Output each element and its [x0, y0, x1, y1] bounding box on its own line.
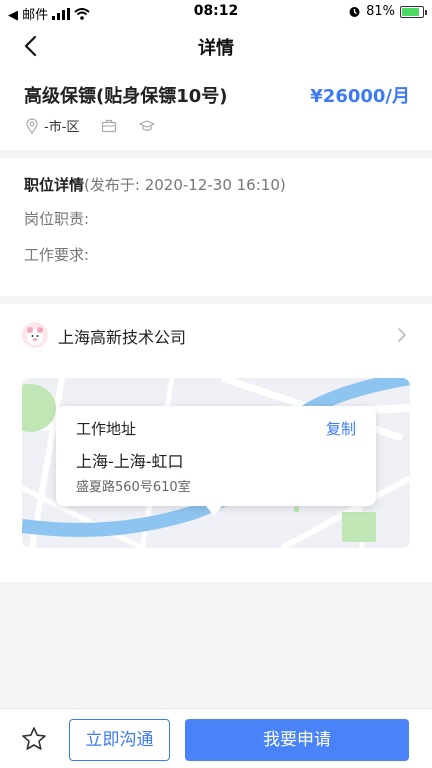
location-map[interactable]: 工作地址 复制 上海-上海-虹口 盛夏路560号610室	[22, 378, 410, 548]
job-salary: ¥26000/月	[310, 86, 410, 107]
job-summary-card: 高级保镖(贴身保镖10号) ¥26000/月 -市-区	[0, 68, 432, 150]
address-label: 工作地址	[76, 420, 137, 438]
job-details-card: 职位详情(发布于: 2020-12-30 16:10) 岗位职责: 工作要求:	[0, 158, 432, 296]
job-title: 高级保镖(贴身保镖10号)	[24, 86, 228, 107]
duties-label: 岗位职责:	[24, 210, 90, 228]
status-bar: ◀ 邮件 08:12 81%	[0, 0, 432, 24]
star-icon[interactable]	[20, 725, 48, 753]
address-city: 上海-上海-虹口	[76, 452, 184, 471]
briefcase-icon	[102, 119, 117, 132]
alarm-icon	[349, 7, 360, 17]
nav-bar: 详情	[0, 24, 432, 68]
battery-percent: 81%	[366, 4, 395, 19]
location-pin-icon	[26, 117, 38, 134]
job-meta: -市-区	[24, 116, 155, 135]
details-heading: 职位详情(发布于: 2020-12-30 16:10)	[24, 174, 286, 195]
apply-button[interactable]: 我要申请	[185, 719, 409, 761]
chat-now-button[interactable]: 立即沟通	[69, 719, 170, 761]
job-location: -市-区	[44, 120, 80, 135]
page-title: 详情	[198, 38, 234, 59]
details-title: 职位详情	[24, 176, 85, 194]
battery-icon	[400, 5, 427, 18]
status-right: 81%	[348, 4, 427, 19]
requirements-label: 工作要求:	[24, 246, 90, 264]
address-popup: 工作地址 复制 上海-上海-虹口 盛夏路560号610室	[56, 406, 376, 516]
company-card: 上海高新技术公司 工作地址 复制 上海-上海-虹口 盛夏路560号610室	[0, 304, 432, 582]
publish-date: (发布于: 2020-12-30 16:10)	[84, 176, 286, 194]
copy-button[interactable]: 复制	[326, 418, 356, 439]
popup-pointer	[206, 506, 222, 516]
company-row[interactable]: 上海高新技术公司	[22, 320, 410, 350]
chevron-right-icon	[398, 328, 406, 342]
company-name: 上海高新技术公司	[58, 328, 187, 347]
bottom-action-bar: 立即沟通 我要申请	[0, 708, 432, 768]
address-street: 盛夏路560号610室	[76, 480, 191, 495]
company-logo	[22, 322, 48, 348]
graduation-cap-icon	[139, 119, 155, 131]
